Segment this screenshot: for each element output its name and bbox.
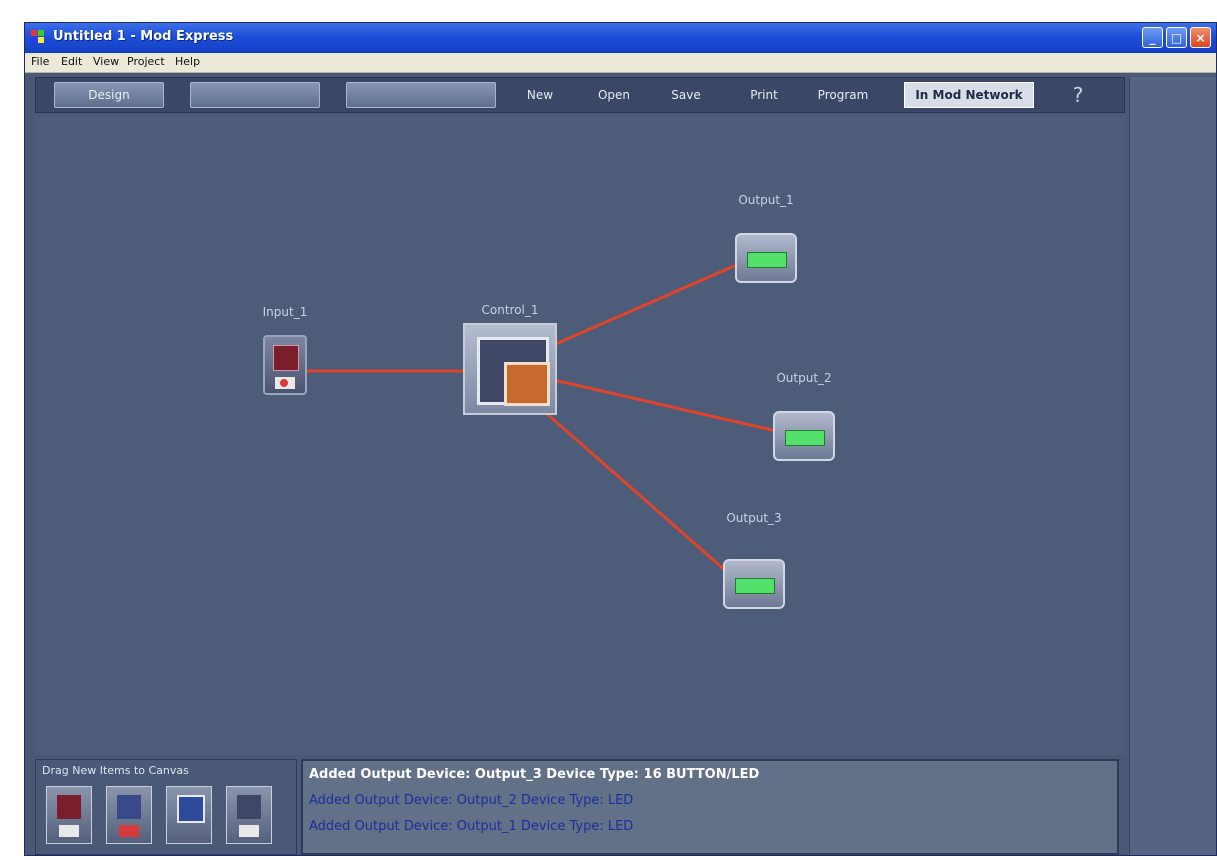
close-button[interactable]: × [1190,27,1211,48]
help-icon[interactable]: ? [1058,82,1098,108]
save-button[interactable]: Save [660,82,712,108]
palette-button-input-icon[interactable] [106,786,152,844]
log-line: Added Output Device: Output_3 Device Typ… [309,767,760,782]
menu-project[interactable]: Project [127,55,165,68]
menu-bar: File Edit View Project Help [25,53,1216,73]
window-title: Untitled 1 - Mod Express [53,29,234,44]
palette-controller-icon[interactable] [166,786,212,844]
design-button[interactable]: Design [54,82,164,108]
log-line: Added Output Device: Output_1 Device Typ… [309,819,634,834]
menu-help[interactable]: Help [175,55,200,68]
title-bar[interactable]: Untitled 1 - Mod Express _ □ × [25,23,1216,53]
device-palette: Drag New Items to Canvas [35,759,297,855]
toolbar: Design New Open Save Print Program In Mo… [35,77,1125,113]
controller-device-icon[interactable] [463,323,557,415]
palette-output-icon[interactable] [226,786,272,844]
right-panel [1129,77,1216,855]
input-device-icon[interactable] [263,335,307,395]
minimize-button[interactable]: _ [1142,27,1163,48]
app-window: Untitled 1 - Mod Express _ □ × File Edit… [24,22,1217,856]
print-button[interactable]: Print [738,82,790,108]
node-label: Output_3 [726,511,782,525]
menu-edit[interactable]: Edit [61,55,82,68]
node-label: Input_1 [262,305,308,319]
program-button[interactable]: Program [808,82,878,108]
maximize-button[interactable]: □ [1166,27,1187,48]
output-device-icon[interactable] [773,411,835,461]
app-logo-icon [31,30,45,44]
palette-input-icon[interactable] [46,786,92,844]
node-label: Output_1 [738,193,794,207]
menu-view[interactable]: View [93,55,119,68]
new-button[interactable]: New [514,82,566,108]
menu-file[interactable]: File [31,55,49,68]
node-label: Output_2 [776,371,832,385]
network-button[interactable]: In Mod Network [904,82,1034,108]
output-device-icon[interactable] [723,559,785,609]
toolbar-field-2[interactable] [346,82,496,108]
palette-title: Drag New Items to Canvas [42,764,189,777]
output-device-icon[interactable] [735,233,797,283]
open-button[interactable]: Open [588,82,640,108]
log-line: Added Output Device: Output_2 Device Typ… [309,793,634,808]
node-label: Control_1 [481,303,539,317]
design-canvas[interactable]: Input_1 Control_1 Output_1 Output_2 Outp… [35,115,1125,755]
toolbar-field-1[interactable] [190,82,320,108]
connection-layer [290,261,786,581]
event-log: Added Output Device: Output_3 Device Typ… [301,759,1119,855]
